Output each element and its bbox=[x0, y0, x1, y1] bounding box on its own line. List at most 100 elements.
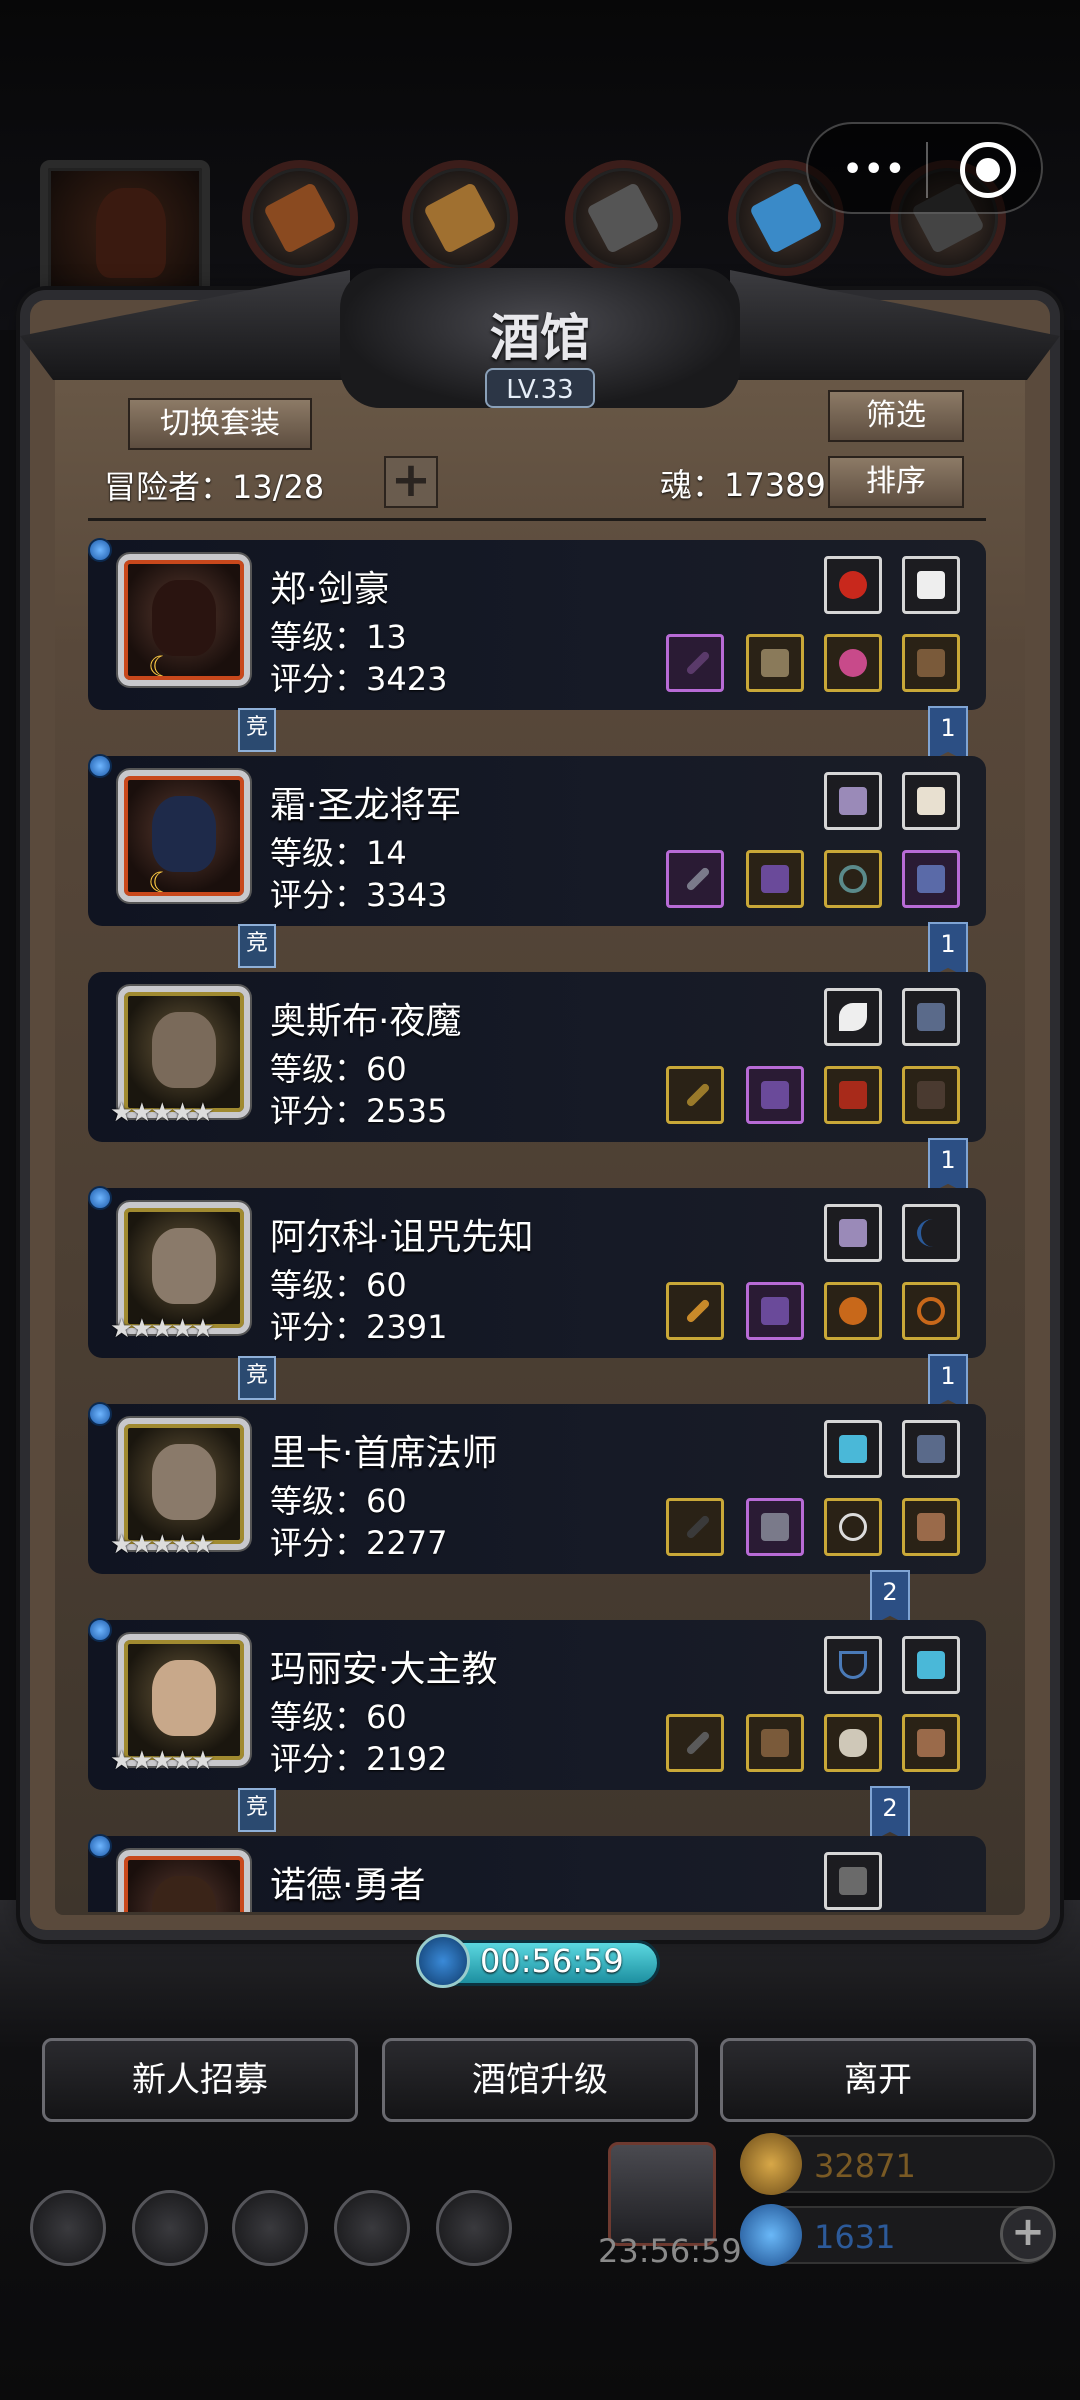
hero-face bbox=[152, 580, 216, 656]
add-adventurer-button[interactable]: + bbox=[384, 456, 438, 508]
hero-name: 诺德·勇者 bbox=[270, 1865, 426, 1906]
crystal-slot[interactable] bbox=[824, 1204, 882, 1262]
upgrade-tavern-button[interactable]: 酒馆升级 bbox=[382, 2038, 698, 2122]
bow-icon bbox=[917, 1219, 949, 1247]
hero-score: 评分：2535 bbox=[270, 1092, 448, 1130]
hero-name: 霜·圣龙将军 bbox=[270, 785, 462, 826]
hero-portrait[interactable] bbox=[118, 554, 250, 686]
mail-icon[interactable] bbox=[334, 2190, 410, 2266]
hero-row[interactable]: ★★★★★ 玛丽安·大主教 等级：60 评分：2192 bbox=[88, 1610, 986, 1810]
fang-slot[interactable] bbox=[824, 988, 882, 1046]
armor-icon bbox=[761, 865, 789, 893]
boots-icon bbox=[917, 1729, 945, 1757]
weapon-slot[interactable] bbox=[666, 634, 724, 692]
gem-icon bbox=[740, 2204, 802, 2266]
weapon-slot[interactable] bbox=[666, 1282, 724, 1340]
hero-name: 郑·剑豪 bbox=[270, 569, 390, 610]
star-rating: ★★★★★ bbox=[110, 1314, 215, 1344]
mini-program-capsule: ••• bbox=[806, 122, 1043, 214]
hero-row[interactable]: ★★★★★ 里卡·首席法师 等级：60 评分：2277 bbox=[88, 1394, 986, 1594]
feather-icon bbox=[917, 787, 945, 815]
close-target-icon[interactable] bbox=[960, 142, 1016, 198]
armor-slot[interactable] bbox=[746, 850, 804, 908]
hero-row[interactable]: ★★★★★ 阿尔科·诅咒先知 等级：60 评分：2391 bbox=[88, 1178, 986, 1378]
hero-portrait[interactable] bbox=[118, 1850, 250, 1912]
spear-icon bbox=[685, 650, 711, 676]
sort-button[interactable]: 排序 bbox=[828, 456, 964, 508]
gem-slot[interactable] bbox=[824, 772, 882, 830]
moon-icon: ☾ bbox=[148, 650, 174, 683]
skull-mask-face bbox=[152, 1444, 216, 1520]
mask-slot[interactable] bbox=[824, 1714, 882, 1772]
hood-icon bbox=[96, 188, 166, 278]
more-menu-icon[interactable]: ••• bbox=[843, 152, 907, 187]
tab-hero-active[interactable] bbox=[40, 160, 210, 300]
cloak-slot[interactable] bbox=[824, 1066, 882, 1124]
armor-slot[interactable] bbox=[746, 1282, 804, 1340]
hero-list[interactable]: ☾ 郑·剑豪 等级：13 评分：3423 竞 1 ☾ 霜·圣龙将军 等级：14 … bbox=[88, 530, 986, 1912]
hero-portrait[interactable] bbox=[118, 770, 250, 902]
recruit-button[interactable]: 新人招募 bbox=[42, 2038, 358, 2122]
amulet-icon bbox=[839, 1513, 867, 1541]
feather-slot[interactable] bbox=[902, 772, 960, 830]
star-badge-icon[interactable] bbox=[132, 2190, 208, 2266]
weapon-slot[interactable] bbox=[666, 1498, 724, 1556]
hero-score: 评分：3343 bbox=[270, 876, 448, 914]
crystal-icon bbox=[839, 1219, 867, 1247]
gem-slot[interactable] bbox=[824, 556, 882, 614]
charm-slot[interactable] bbox=[824, 1420, 882, 1478]
hero-name: 玛丽安·大主教 bbox=[270, 1649, 498, 1690]
boots-slot[interactable] bbox=[902, 850, 960, 908]
armor-slot[interactable] bbox=[746, 634, 804, 692]
weapon-slot[interactable] bbox=[666, 1714, 724, 1772]
hero-face bbox=[152, 1660, 216, 1736]
armor-slot[interactable] bbox=[746, 1066, 804, 1124]
hero-score: 评分：3423 bbox=[270, 660, 448, 698]
gift-box-icon[interactable] bbox=[608, 2142, 716, 2246]
hero-row[interactable]: ★★★★★ 奥斯布·夜魔 等级：60 评分：2535 bbox=[88, 962, 986, 1162]
necklace-slot[interactable] bbox=[824, 1636, 882, 1694]
filter-button[interactable]: 筛选 bbox=[828, 390, 964, 442]
info-dot-icon bbox=[88, 1618, 112, 1642]
boots-slot[interactable] bbox=[902, 1498, 960, 1556]
robe-slot[interactable] bbox=[902, 1066, 960, 1124]
hero-row[interactable]: 诺德·勇者 bbox=[88, 1826, 986, 1912]
scroll-icon[interactable] bbox=[436, 2190, 512, 2266]
armor-slot[interactable] bbox=[746, 1714, 804, 1772]
wood-icon bbox=[423, 181, 497, 255]
tab-armor[interactable] bbox=[402, 160, 518, 276]
tab-weapon[interactable] bbox=[242, 160, 358, 276]
gear-icon[interactable] bbox=[30, 2190, 106, 2266]
hero-row[interactable]: ☾ 郑·剑豪 等级：13 评分：3423 bbox=[88, 530, 986, 730]
hero-level: 等级：60 bbox=[270, 1482, 407, 1520]
star-rating: ★★★★★ bbox=[110, 1098, 215, 1128]
weapon-slot[interactable] bbox=[666, 1066, 724, 1124]
hero-level: 等级：60 bbox=[270, 1266, 407, 1304]
ring-slot-2[interactable] bbox=[902, 1282, 960, 1340]
leave-button[interactable]: 离开 bbox=[720, 2038, 1036, 2122]
weapon-slot[interactable] bbox=[666, 850, 724, 908]
bow-slot[interactable] bbox=[902, 1204, 960, 1262]
amulet-icon bbox=[839, 649, 867, 677]
ring-slot[interactable] bbox=[824, 1282, 882, 1340]
charm-slot[interactable] bbox=[902, 1636, 960, 1694]
boots-slot[interactable] bbox=[902, 1714, 960, 1772]
switch-outfit-button[interactable]: 切换套装 bbox=[128, 398, 312, 450]
panel-title: 酒馆 bbox=[490, 308, 590, 367]
tab-stone[interactable] bbox=[565, 160, 681, 276]
shield-icon[interactable] bbox=[232, 2190, 308, 2266]
accessory-slot[interactable] bbox=[824, 634, 882, 692]
gauntlet-slot[interactable] bbox=[824, 1852, 882, 1910]
ring-slot[interactable] bbox=[824, 850, 882, 908]
feather-slot[interactable] bbox=[902, 556, 960, 614]
charm-icon bbox=[839, 1435, 867, 1463]
add-gems-button[interactable]: + bbox=[1000, 2206, 1056, 2262]
armor-slot[interactable] bbox=[746, 1498, 804, 1556]
mace-icon bbox=[685, 1730, 711, 1756]
hero-row[interactable]: ☾ 霜·圣龙将军 等级：14 评分：3343 bbox=[88, 746, 986, 946]
boots-slot[interactable] bbox=[902, 634, 960, 692]
book-slot[interactable] bbox=[902, 988, 960, 1046]
book-slot[interactable] bbox=[902, 1420, 960, 1478]
amulet-slot[interactable] bbox=[824, 1498, 882, 1556]
boots-icon bbox=[917, 865, 945, 893]
